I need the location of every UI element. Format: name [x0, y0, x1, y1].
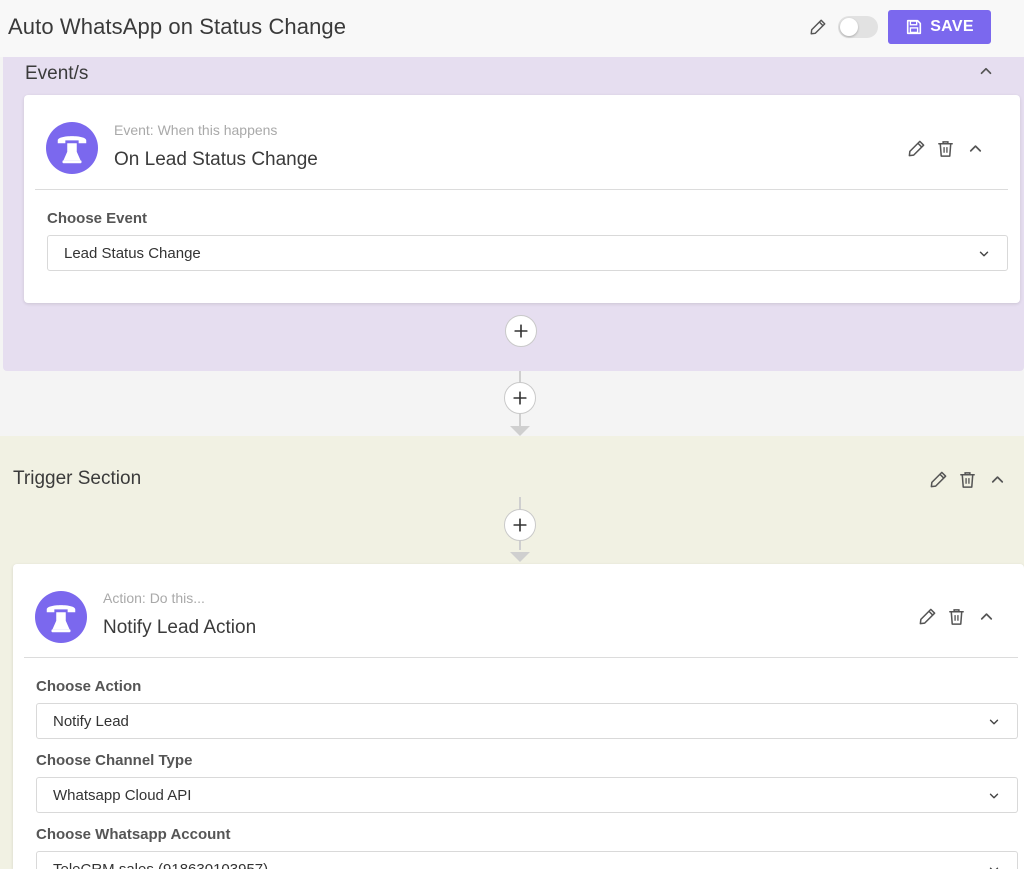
choose-event-select[interactable]: Lead Status Change: [47, 235, 1008, 271]
choose-whatsapp-account-label: Choose Whatsapp Account: [36, 826, 231, 843]
action-avatar: [35, 591, 87, 643]
floppy-disk-icon: [905, 18, 923, 36]
telephone-icon: [53, 129, 91, 167]
add-step-button[interactable]: [504, 382, 536, 414]
choose-channel-type-label: Choose Channel Type: [36, 752, 193, 769]
chevron-up-icon: [977, 607, 996, 626]
trigger-connector-arrow: [510, 552, 530, 562]
save-label: SAVE: [930, 18, 974, 35]
toggle-knob: [840, 18, 858, 36]
trash-icon: [958, 470, 977, 489]
choose-action-label: Choose Action: [36, 678, 142, 695]
event-section-collapse-button[interactable]: [976, 61, 996, 81]
trigger-edit-button[interactable]: [927, 468, 949, 490]
plus-icon: [511, 516, 529, 534]
chevron-up-icon: [966, 139, 985, 158]
choose-whatsapp-account-select[interactable]: TeleCRM sales (918630103957): [36, 851, 1018, 869]
save-button[interactable]: SAVE: [888, 10, 991, 44]
telephone-icon: [42, 598, 80, 636]
plus-icon: [512, 322, 530, 340]
chevron-down-icon: [977, 247, 991, 261]
event-section-heading: Event/s: [25, 63, 89, 84]
edit-title-button[interactable]: [807, 16, 829, 38]
choose-event-value: Lead Status Change: [64, 244, 201, 262]
add-action-button[interactable]: [504, 509, 536, 541]
chevron-up-icon: [977, 62, 995, 80]
choose-event-label: Choose Event: [47, 210, 148, 227]
chevron-up-icon: [988, 470, 1007, 489]
action-edit-button[interactable]: [916, 605, 938, 627]
event-edit-button[interactable]: [905, 137, 927, 159]
event-card-subtitle: Event: When this happens: [114, 122, 278, 138]
choose-channel-type-value: Whatsapp Cloud API: [53, 786, 192, 804]
trigger-delete-button[interactable]: [956, 468, 978, 490]
pencil-icon: [918, 607, 937, 626]
event-card-divider: [35, 189, 1008, 190]
chevron-down-icon: [987, 863, 1001, 869]
action-card-subtitle: Action: Do this...: [103, 590, 205, 606]
pencil-icon: [809, 18, 827, 36]
choose-action-select[interactable]: Notify Lead: [36, 703, 1018, 739]
trigger-section-heading: Trigger Section: [13, 468, 142, 489]
event-card: Event: When this happens On Lead Status …: [24, 95, 1020, 303]
trash-icon: [947, 607, 966, 626]
active-toggle[interactable]: [838, 16, 878, 38]
choose-channel-type-select[interactable]: Whatsapp Cloud API: [36, 777, 1018, 813]
trash-icon: [936, 139, 955, 158]
event-card-title: On Lead Status Change: [114, 149, 318, 170]
action-card-divider: [24, 657, 1018, 658]
action-card: Action: Do this... Notify Lead Action Ch…: [13, 564, 1024, 869]
chevron-down-icon: [987, 715, 1001, 729]
choose-whatsapp-account-value: TeleCRM sales (918630103957): [53, 860, 269, 869]
header-bar: Auto WhatsApp on Status Change SAVE: [0, 0, 1024, 57]
pencil-icon: [929, 470, 948, 489]
action-card-collapse-button[interactable]: [975, 605, 997, 627]
event-section: Event/s Event: When this happens On Lead…: [3, 57, 1024, 371]
page-title: Auto WhatsApp on Status Change: [8, 14, 347, 39]
chevron-down-icon: [987, 789, 1001, 803]
action-card-title: Notify Lead Action: [103, 617, 257, 638]
trigger-collapse-button[interactable]: [986, 468, 1008, 490]
pencil-icon: [907, 139, 926, 158]
event-avatar: [46, 122, 98, 174]
connector-arrow: [510, 426, 530, 436]
event-delete-button[interactable]: [934, 137, 956, 159]
choose-action-value: Notify Lead: [53, 712, 129, 730]
event-card-collapse-button[interactable]: [964, 137, 986, 159]
plus-icon: [511, 389, 529, 407]
add-event-button[interactable]: [505, 315, 537, 347]
action-delete-button[interactable]: [945, 605, 967, 627]
